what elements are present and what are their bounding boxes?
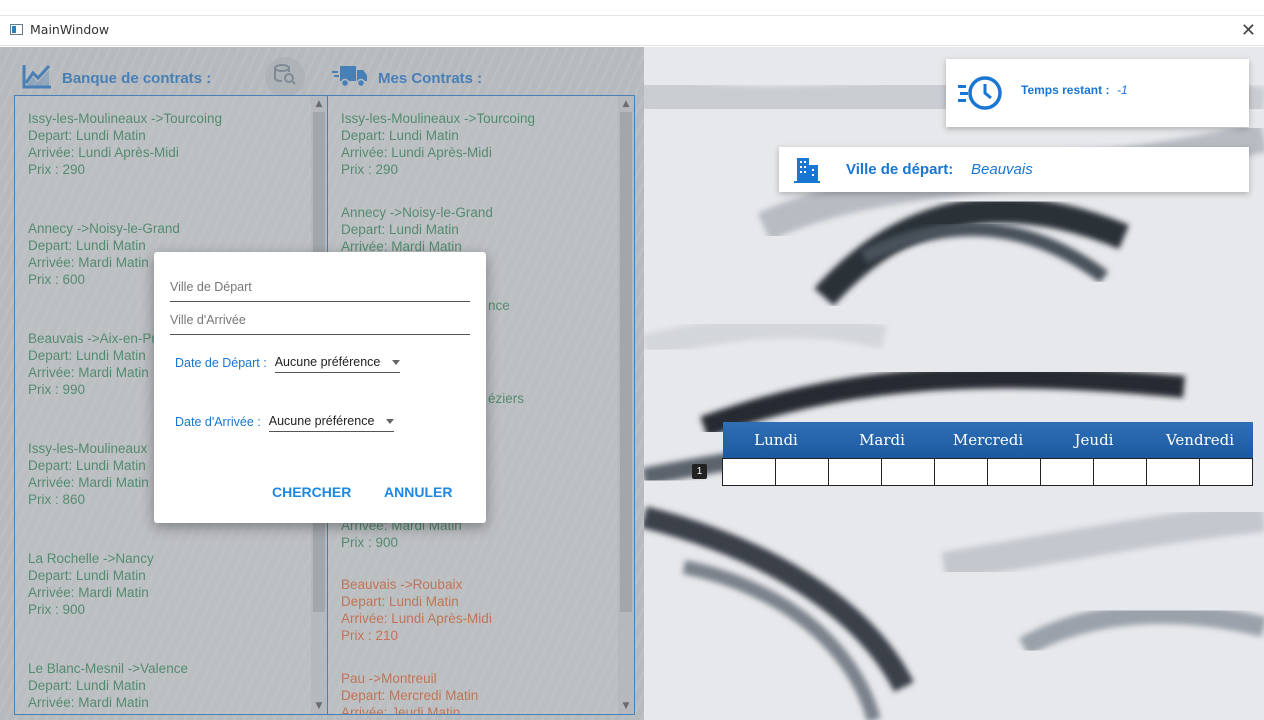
planning-cell[interactable] (829, 459, 882, 486)
chevron-down-icon (386, 418, 395, 424)
planning-cell[interactable] (935, 459, 988, 486)
departure-date-row: Date de Départ : Aucune préférence (175, 352, 401, 373)
arrival-date-select[interactable]: Aucune préférence (268, 411, 395, 432)
departure-city-label: Ville de départ: (846, 161, 954, 178)
day-header: Jeudi (1074, 431, 1114, 449)
planning-cell[interactable] (1200, 459, 1253, 486)
planning-days-header: Lundi Mardi Mercredi Jeudi Vendredi (723, 422, 1253, 458)
window-title: MainWindow (30, 22, 110, 37)
departure-date-select[interactable]: Aucune préférence (274, 352, 401, 373)
planning-cell[interactable] (988, 459, 1041, 486)
planning-grid-row (722, 458, 1253, 486)
planning-cell[interactable] (1147, 459, 1200, 486)
planning-cell[interactable] (1041, 459, 1094, 486)
title-bar: MainWindow ✕ (0, 0, 1264, 46)
cancel-button[interactable]: ANNULER (384, 484, 452, 500)
planning-cell[interactable] (776, 459, 829, 486)
planning-cell[interactable] (723, 459, 776, 486)
close-icon[interactable]: ✕ (1241, 20, 1256, 41)
time-remaining-label: Temps restant : (1021, 83, 1110, 97)
arrival-date-label: Date d'Arrivée : (175, 414, 261, 429)
day-header: Mardi (859, 431, 905, 449)
search-button[interactable]: CHERCHER (272, 484, 351, 500)
arrival-city-input[interactable]: Ville d'Arrivée (170, 307, 470, 335)
arrival-date-value: Aucune préférence (268, 414, 375, 428)
planning-row-number: 1 (692, 464, 707, 479)
departure-city-value: Beauvais (971, 161, 1033, 178)
building-icon (793, 155, 821, 188)
app-icon (10, 24, 23, 35)
departure-city-card: Ville de départ: Beauvais (779, 147, 1249, 192)
time-remaining-card: Temps restant : -1 (946, 59, 1249, 127)
top-divider (0, 15, 1264, 16)
search-dialog: Ville de Départ Ville d'Arrivée Date de … (154, 252, 486, 523)
chevron-down-icon (392, 359, 401, 365)
planning-cell[interactable] (882, 459, 935, 486)
planning-cell[interactable] (1094, 459, 1147, 486)
departure-date-label: Date de Départ : (175, 355, 267, 370)
arrival-date-row: Date d'Arrivée : Aucune préférence (175, 411, 395, 432)
day-header: Lundi (754, 431, 798, 449)
day-header: Vendredi (1165, 431, 1235, 449)
departure-date-value: Aucune préférence (274, 355, 381, 369)
clock-icon (958, 75, 1004, 116)
departure-city-input[interactable]: Ville de Départ (170, 274, 470, 302)
time-remaining-value: -1 (1117, 83, 1128, 97)
day-header: Mercredi (952, 431, 1024, 449)
